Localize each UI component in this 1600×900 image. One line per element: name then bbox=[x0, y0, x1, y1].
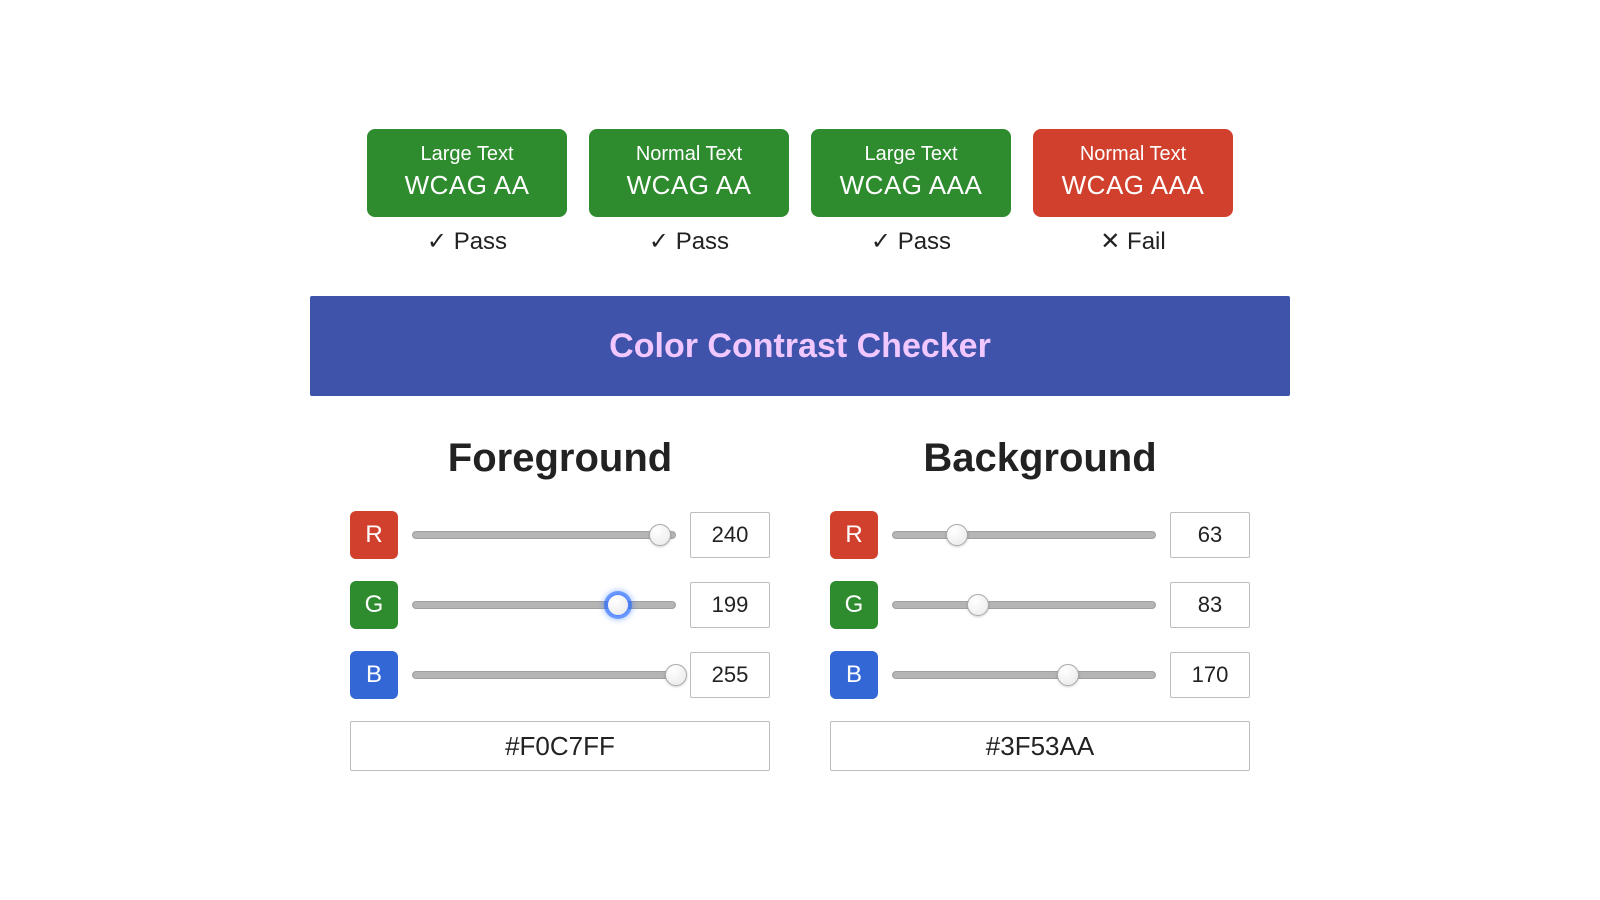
result-level: WCAG AAA bbox=[821, 170, 1001, 201]
background-title: Background bbox=[830, 436, 1250, 481]
bg-red-row: R 63 bbox=[830, 511, 1250, 559]
bg-green-row: G 83 bbox=[830, 581, 1250, 629]
slider-track bbox=[412, 531, 676, 539]
red-swatch: R bbox=[350, 511, 398, 559]
fg-green-slider[interactable] bbox=[412, 593, 676, 617]
slider-thumb[interactable] bbox=[649, 524, 671, 546]
result-text-size: Normal Text bbox=[599, 143, 779, 166]
result-level: WCAG AAA bbox=[1043, 170, 1223, 201]
green-swatch: G bbox=[830, 581, 878, 629]
wcag-results: Large Text WCAG AA ✓ Pass Normal Text WC… bbox=[310, 129, 1290, 256]
fg-blue-value[interactable]: 255 bbox=[690, 652, 770, 698]
blue-swatch: B bbox=[830, 651, 878, 699]
result-verdict: ✓ Pass bbox=[367, 227, 567, 256]
slider-track bbox=[892, 671, 1156, 679]
bg-hex-input[interactable]: #3F53AA bbox=[830, 721, 1250, 771]
result-verdict: ✓ Pass bbox=[589, 227, 789, 256]
fg-red-slider[interactable] bbox=[412, 523, 676, 547]
fg-blue-row: B 255 bbox=[350, 651, 770, 699]
slider-track bbox=[412, 671, 676, 679]
bg-red-value[interactable]: 63 bbox=[1170, 512, 1250, 558]
slider-thumb[interactable] bbox=[607, 594, 629, 616]
foreground-title: Foreground bbox=[350, 436, 770, 481]
result-text-size: Large Text bbox=[377, 143, 557, 166]
result-text-size: Normal Text bbox=[1043, 143, 1223, 166]
blue-swatch: B bbox=[350, 651, 398, 699]
slider-track bbox=[892, 531, 1156, 539]
bg-red-slider[interactable] bbox=[892, 523, 1156, 547]
contrast-preview: Color Contrast Checker bbox=[310, 296, 1290, 396]
result-text-size: Large Text bbox=[821, 143, 1001, 166]
bg-blue-row: B 170 bbox=[830, 651, 1250, 699]
result-card: Large Text WCAG AAA bbox=[811, 129, 1011, 217]
result-aa-large: Large Text WCAG AA ✓ Pass bbox=[367, 129, 567, 256]
fg-hex-input[interactable]: #F0C7FF bbox=[350, 721, 770, 771]
foreground-column: Foreground R 240 G 199 B bbox=[350, 436, 770, 771]
bg-green-slider[interactable] bbox=[892, 593, 1156, 617]
background-column: Background R 63 G 83 B bbox=[830, 436, 1250, 771]
slider-track bbox=[412, 601, 676, 609]
result-card: Large Text WCAG AA bbox=[367, 129, 567, 217]
slider-thumb[interactable] bbox=[946, 524, 968, 546]
result-card: Normal Text WCAG AAA bbox=[1033, 129, 1233, 217]
slider-thumb[interactable] bbox=[967, 594, 989, 616]
result-aaa-normal: Normal Text WCAG AAA ✕ Fail bbox=[1033, 129, 1233, 256]
result-level: WCAG AA bbox=[377, 170, 557, 201]
fg-green-value[interactable]: 199 bbox=[690, 582, 770, 628]
result-level: WCAG AA bbox=[599, 170, 779, 201]
slider-thumb[interactable] bbox=[1057, 664, 1079, 686]
result-verdict: ✕ Fail bbox=[1033, 227, 1233, 256]
preview-text: Color Contrast Checker bbox=[609, 327, 991, 366]
red-swatch: R bbox=[830, 511, 878, 559]
fg-blue-slider[interactable] bbox=[412, 663, 676, 687]
green-swatch: G bbox=[350, 581, 398, 629]
slider-track bbox=[892, 601, 1156, 609]
bg-blue-value[interactable]: 170 bbox=[1170, 652, 1250, 698]
result-aaa-large: Large Text WCAG AAA ✓ Pass bbox=[811, 129, 1011, 256]
result-verdict: ✓ Pass bbox=[811, 227, 1011, 256]
fg-red-row: R 240 bbox=[350, 511, 770, 559]
bg-green-value[interactable]: 83 bbox=[1170, 582, 1250, 628]
bg-blue-slider[interactable] bbox=[892, 663, 1156, 687]
slider-thumb[interactable] bbox=[665, 664, 687, 686]
fg-red-value[interactable]: 240 bbox=[690, 512, 770, 558]
result-card: Normal Text WCAG AA bbox=[589, 129, 789, 217]
result-aa-normal: Normal Text WCAG AA ✓ Pass bbox=[589, 129, 789, 256]
fg-green-row: G 199 bbox=[350, 581, 770, 629]
